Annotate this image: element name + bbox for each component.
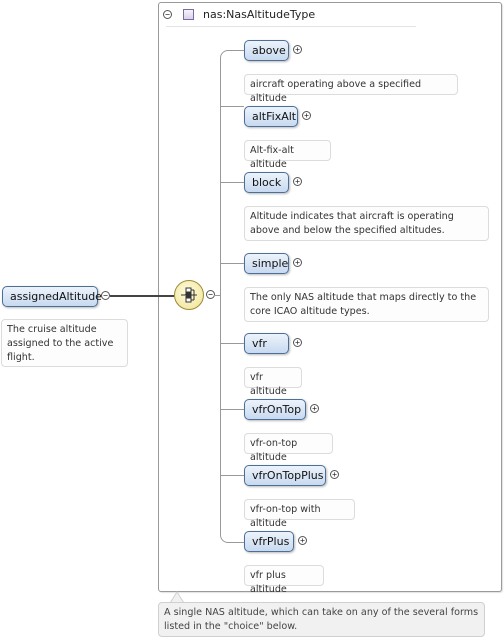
expand-glyph: + <box>295 257 300 267</box>
expand-glyph: + <box>304 110 309 120</box>
annotation-simple: The only NAS altitude that maps directly… <box>244 287 489 322</box>
expand-toggle-altFixAlt[interactable]: + <box>302 111 311 120</box>
spine-tick-vfr <box>221 343 244 344</box>
spine-tick-simple <box>221 263 244 264</box>
element-vfrPlus[interactable]: vfrPlus <box>244 531 294 552</box>
children-spine <box>220 50 244 543</box>
compositor-spine-connector <box>214 295 221 296</box>
element-vfrOnTopPlus[interactable]: vfrOnTopPlus <box>244 465 326 486</box>
type-annotation: A single NAS altitude, which can take on… <box>158 602 485 637</box>
expand-toggle-vfr[interactable]: + <box>293 338 302 347</box>
expand-glyph: + <box>332 469 337 479</box>
complex-type-icon <box>183 9 194 20</box>
spine-tick-block <box>221 182 244 183</box>
expand-toggle-vfrOnTop[interactable]: + <box>310 404 319 413</box>
annotation-vfr: vfr altitude <box>244 367 302 397</box>
annotation-vfrOnTopPlus: vfr-on-top with altitude <box>244 499 355 529</box>
expand-glyph: + <box>295 176 300 186</box>
collapse-glyph: − <box>208 289 213 299</box>
expand-toggle-simple[interactable]: + <box>293 258 302 267</box>
collapse-glyph: − <box>165 9 170 19</box>
element-above[interactable]: above <box>244 40 289 61</box>
expand-toggle-vfrPlus[interactable]: + <box>298 536 307 545</box>
root-connector <box>110 295 174 297</box>
annotation-vfrPlus: vfr plus altitude <box>244 565 324 595</box>
element-block[interactable]: block <box>244 172 289 193</box>
expand-glyph: + <box>312 403 317 413</box>
element-altFixAlt[interactable]: altFixAlt <box>244 106 298 127</box>
spine-tick-vfrOnTop <box>221 409 244 410</box>
expand-toggle-above[interactable]: + <box>293 45 302 54</box>
element-vfrOnTop[interactable]: vfrOnTop <box>244 399 306 420</box>
annotation-altFixAlt: Alt-fix-alt altitude <box>244 140 331 170</box>
expand-toggle-vfrOnTopPlus[interactable]: + <box>330 470 339 479</box>
element-vfr[interactable]: vfr <box>244 333 289 354</box>
annotation-block: Altitude indicates that aircraft is oper… <box>244 206 489 241</box>
annotation-above: aircraft operating above a specified alt… <box>244 74 458 104</box>
annotation-vfrOnTop: vfr-on-top altitude <box>244 433 333 463</box>
choice-compositor[interactable] <box>174 280 204 310</box>
choice-compositor-icon <box>181 287 197 303</box>
expand-glyph: + <box>300 535 305 545</box>
root-element-assignedAltitude[interactable]: assignedAltitude <box>2 286 102 307</box>
spine-tick-vfrOnTopPlus <box>221 475 244 476</box>
expand-toggle-block[interactable]: + <box>293 177 302 186</box>
expand-glyph: + <box>295 337 300 347</box>
element-simple[interactable]: simple <box>244 253 289 274</box>
expand-glyph: + <box>295 44 300 54</box>
spine-tick-altFixAlt <box>221 106 244 107</box>
collapse-glyph: − <box>103 290 108 300</box>
root-collapse-toggle[interactable]: − <box>101 291 110 300</box>
type-header-divider <box>166 26 416 27</box>
type-name: nas:NasAltitudeType <box>203 8 316 21</box>
type-collapse-toggle[interactable]: − <box>163 10 172 19</box>
root-annotation: The cruise altitude assigned to the acti… <box>1 319 128 367</box>
